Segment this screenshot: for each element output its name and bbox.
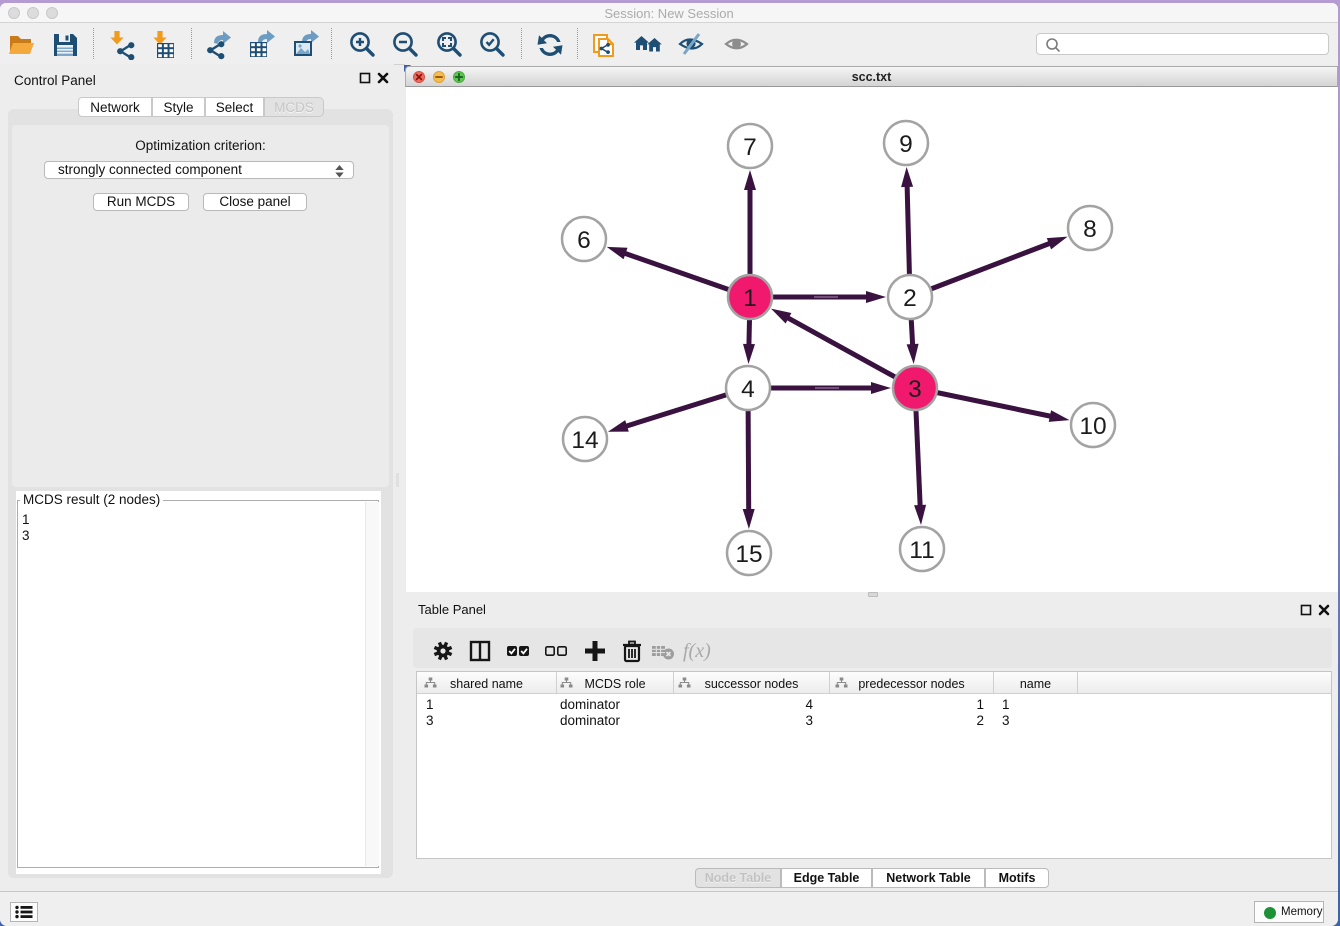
svg-text:6: 6 <box>577 227 591 254</box>
svg-text:11: 11 <box>909 537 934 564</box>
svg-text:10: 10 <box>1079 413 1106 440</box>
svg-text:9: 9 <box>899 131 913 158</box>
svg-text:1: 1 <box>743 285 757 312</box>
svg-text:4: 4 <box>741 376 755 403</box>
svg-text:14: 14 <box>571 427 598 454</box>
svg-text:3: 3 <box>908 376 922 403</box>
svg-text:15: 15 <box>735 541 762 568</box>
svg-text:2: 2 <box>903 285 917 312</box>
svg-text:7: 7 <box>743 134 757 161</box>
svg-text:f(x): f(x) <box>683 640 711 662</box>
svg-text:8: 8 <box>1083 216 1097 243</box>
